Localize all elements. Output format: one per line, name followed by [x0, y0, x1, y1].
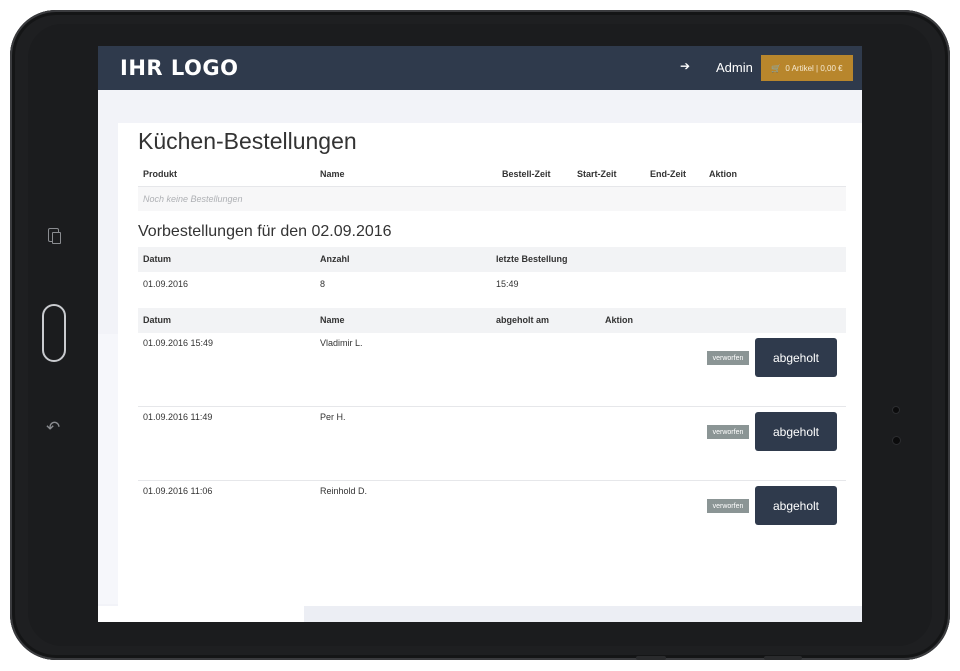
admin-user-link[interactable]: Admin: [716, 60, 753, 75]
cart-button[interactable]: 🛒 0 Artikel | 0,00 €: [761, 55, 853, 81]
home-button[interactable]: [42, 304, 66, 362]
tablet-screen: IHR LOGO ➔ Admin 🛒 0 Artikel | 0,00 € Kü…: [98, 46, 862, 622]
page-margin: [98, 334, 118, 604]
main-content: Küchen-Bestellungen Produkt Name Bestell…: [118, 123, 862, 608]
discard-button[interactable]: verworfen: [707, 499, 749, 513]
page-footer-left: [98, 606, 304, 622]
summary-count: 8: [320, 279, 326, 289]
table-divider: [138, 406, 846, 407]
discard-button[interactable]: verworfen: [707, 425, 749, 439]
column-header-order-time: Bestell-Zeit: [502, 169, 551, 179]
site-logo[interactable]: IHR LOGO: [120, 56, 238, 80]
picked-up-button[interactable]: abgeholt: [755, 338, 837, 377]
table-divider: [138, 480, 846, 481]
cart-icon: 🛒: [771, 63, 782, 73]
column-header-name: Name: [320, 169, 345, 179]
sensor-icon: [892, 406, 900, 414]
top-navigation-bar: IHR LOGO ➔ Admin 🛒 0 Artikel | 0,00 €: [98, 46, 862, 90]
summary-last-order: 15:49: [496, 279, 519, 289]
order-date: 01.09.2016 15:49: [143, 338, 214, 348]
column-header-customer-name: Name: [320, 315, 345, 325]
cart-summary: 0 Artikel | 0,00 €: [785, 63, 843, 73]
column-header-last-order: letzte Bestellung: [496, 254, 568, 264]
volume-button: [636, 656, 666, 660]
power-button: [764, 656, 802, 660]
orders-header-row: [138, 308, 846, 333]
column-header-product: Produkt: [143, 169, 178, 179]
order-date: 01.09.2016 11:49: [143, 412, 213, 422]
section-title-preorders: Vorbestellungen für den 02.09.2016: [138, 223, 392, 240]
order-customer: Per H.: [320, 412, 346, 422]
discard-button[interactable]: verworfen: [707, 351, 749, 365]
picked-up-button[interactable]: abgeholt: [755, 412, 837, 451]
column-header-date: Datum: [143, 254, 172, 264]
summary-date: 01.09.2016: [143, 279, 189, 289]
column-header-start-time: Start-Zeit: [577, 169, 617, 179]
column-header-order-date: Datum: [143, 315, 172, 325]
order-date: 01.09.2016 11:06: [143, 486, 213, 496]
order-customer: Reinhold D.: [320, 486, 368, 496]
column-header-end-time: End-Zeit: [650, 169, 686, 179]
order-customer: Vladimir L.: [320, 338, 363, 348]
page-footer-right: [304, 606, 862, 622]
summary-header-row: [138, 247, 846, 272]
empty-orders-note: Noch keine Bestellungen: [143, 194, 243, 204]
camera-icon: [892, 436, 901, 445]
page-title: Küchen-Bestellungen: [138, 128, 357, 154]
empty-row: [138, 187, 846, 211]
logout-icon[interactable]: ➔: [680, 59, 690, 73]
column-header-order-action: Aktion: [605, 315, 633, 325]
recent-apps-icon[interactable]: [48, 228, 61, 244]
column-header-count: Anzahl: [320, 254, 350, 264]
picked-up-button[interactable]: abgeholt: [755, 486, 837, 525]
column-header-action: Aktion: [709, 169, 737, 179]
back-icon[interactable]: ↶: [46, 418, 60, 438]
column-header-picked-up-at: abgeholt am: [496, 315, 550, 325]
